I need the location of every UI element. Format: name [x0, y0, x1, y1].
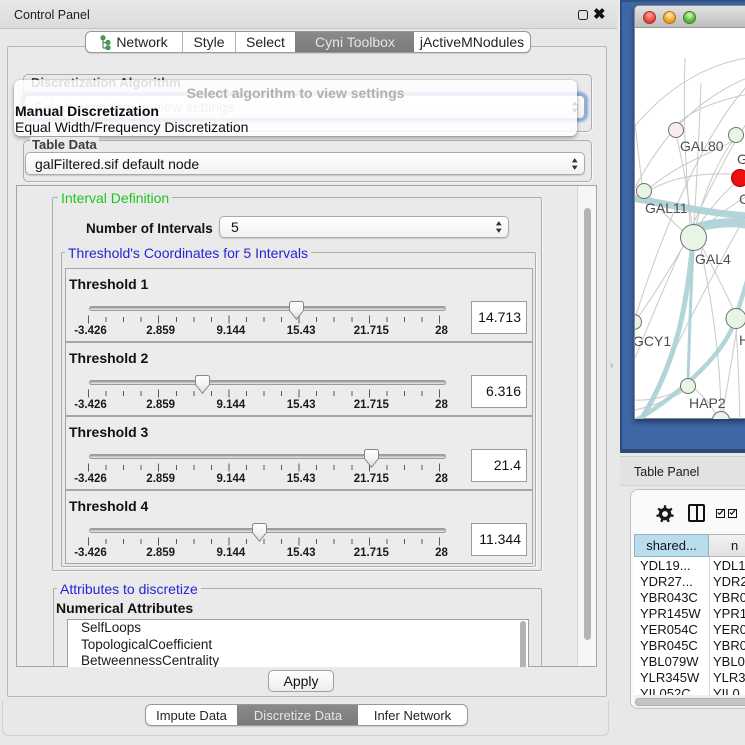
svg-text:C: C: [739, 191, 745, 207]
svg-text:GA: GA: [737, 151, 745, 167]
svg-text:H: H: [739, 332, 745, 348]
svg-text:GCY1: GCY1: [635, 333, 671, 349]
svg-text:GAL4: GAL4: [695, 251, 731, 267]
svg-text:GAL80: GAL80: [680, 138, 724, 154]
svg-text:GAL11: GAL11: [645, 200, 688, 216]
svg-text:HAP2: HAP2: [689, 395, 726, 411]
